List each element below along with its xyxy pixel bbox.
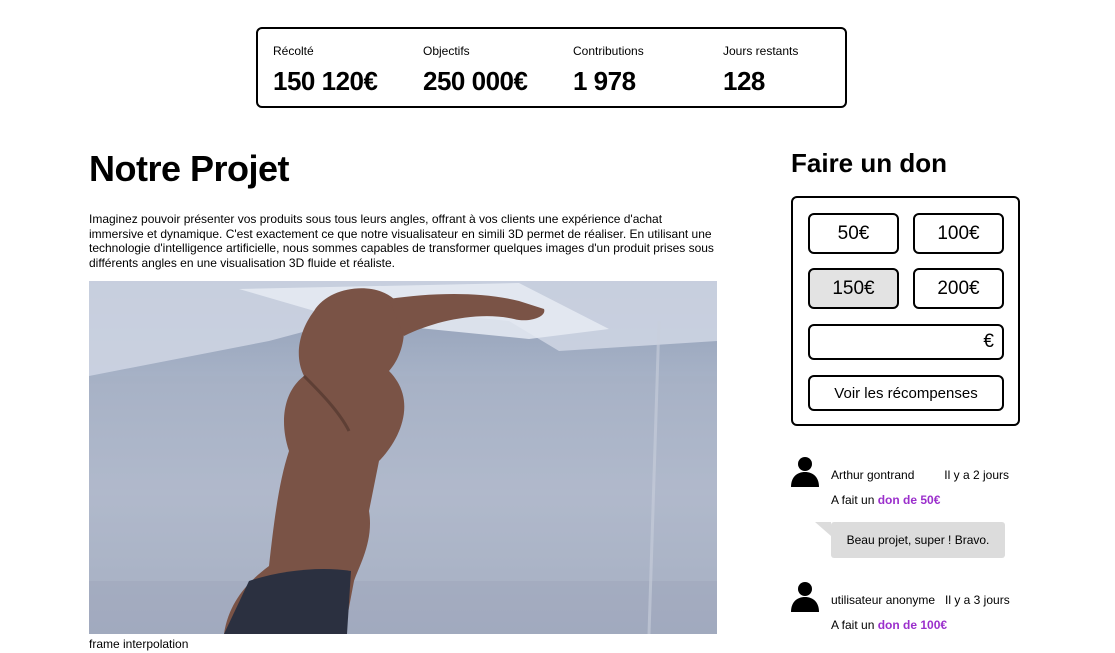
stat-value: 128: [723, 66, 765, 96]
donor-action: A fait un don de 50€: [831, 493, 940, 507]
video-caption: frame interpolation: [89, 637, 189, 651]
donor-action: A fait un don de 100€: [831, 618, 947, 632]
user-avatar-icon: [791, 457, 819, 487]
donation-form: 50€ 100€ 150€ 200€ € Voir les récompense…: [791, 196, 1020, 426]
donor-name: utilisateur anonyme: [831, 593, 936, 607]
stat-value: 150 120€: [273, 66, 378, 96]
project-title: Notre Projet: [89, 148, 290, 189]
stat-value: 250 000€: [423, 66, 528, 96]
custom-amount-input[interactable]: [816, 330, 980, 356]
comment-bubble-tail: [815, 522, 831, 536]
stat-label: Récolté: [273, 44, 314, 58]
donor-amount: don de 50€: [877, 493, 941, 507]
stat-label: Jours restants: [723, 44, 799, 58]
video-frame-image: [89, 281, 717, 634]
donor-entry: utilisateur anonyme Il y a 3 jours A fai…: [791, 578, 1021, 638]
project-description: Imaginez pouvoir présenter vos produits …: [89, 212, 714, 270]
stat-label: Objectifs: [423, 44, 470, 58]
donor-action-prefix: A fait un: [831, 493, 875, 507]
currency-symbol: €: [983, 331, 994, 352]
view-rewards-button[interactable]: Voir les récompenses: [808, 375, 1004, 411]
donor-amount: don de 100€: [877, 618, 948, 632]
donation-title: Faire un don: [791, 148, 947, 178]
custom-amount-field[interactable]: €: [808, 324, 1004, 360]
amount-50-button[interactable]: 50€: [808, 213, 899, 254]
donor-entry: Arthur gontrand Il y a 2 jours A fait un…: [791, 453, 1021, 513]
amount-100-button[interactable]: 100€: [913, 213, 1004, 254]
funding-stats-panel: Récolté 150 120€ Objectifs 250 000€ Cont…: [256, 27, 847, 108]
amount-200-button[interactable]: 200€: [913, 268, 1004, 309]
donor-comment: Beau projet, super ! Bravo.: [831, 522, 1005, 558]
stat-label: Contributions: [573, 44, 644, 58]
donor-time: Il y a 2 jours: [944, 468, 1009, 482]
user-avatar-icon: [791, 582, 819, 612]
stat-value: 1 978: [573, 66, 636, 96]
donor-action-prefix: A fait un: [831, 618, 875, 632]
project-video[interactable]: [89, 281, 717, 634]
donor-time: Il y a 3 jours: [945, 593, 1010, 607]
amount-150-button[interactable]: 150€: [808, 268, 899, 309]
donor-name: Arthur gontrand: [831, 468, 915, 482]
